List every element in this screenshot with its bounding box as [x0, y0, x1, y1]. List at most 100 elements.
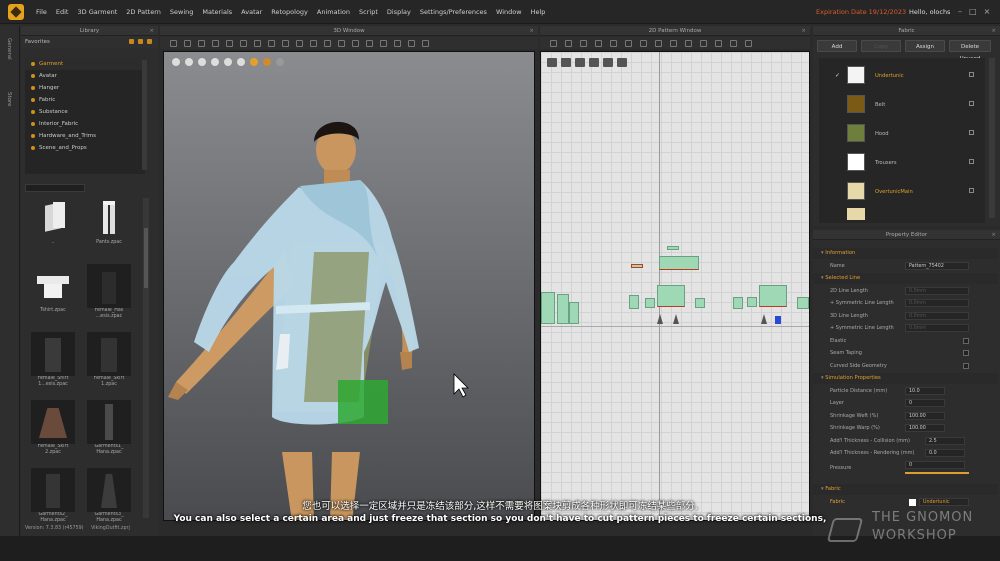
menu-2d-pattern[interactable]: 2D Pattern: [126, 8, 161, 16]
sew-tool-icon[interactable]: [282, 39, 289, 47]
button-tool-icon[interactable]: [310, 39, 317, 47]
copy-fabric-button[interactable]: Copy: [861, 40, 901, 52]
curved-side-checkbox[interactable]: [963, 363, 969, 369]
library-scrollbar[interactable]: [143, 198, 149, 518]
pattern-name-field[interactable]: Pattern_75402: [905, 262, 969, 270]
menu-avatar[interactable]: Avatar: [241, 8, 262, 16]
pattern-piece[interactable]: [695, 298, 705, 308]
grid-icon[interactable]: [589, 58, 599, 67]
settings-icon[interactable]: [129, 39, 134, 44]
tree-scrollbar[interactable]: [142, 60, 147, 170]
circle-tool-icon[interactable]: [610, 39, 617, 47]
shrink-weft-field[interactable]: 100.00: [905, 412, 945, 420]
thumb-female-shirt[interactable]: Female_Shirt 1...esis.zpac: [31, 332, 75, 394]
pattern-piece[interactable]: [659, 256, 699, 270]
thumb-parent-folder[interactable]: ..: [31, 196, 75, 258]
select-tool-icon[interactable]: [170, 39, 177, 47]
select-mesh-icon[interactable]: [547, 58, 557, 67]
graphic-tool-icon[interactable]: [366, 39, 373, 47]
menu-materials[interactable]: Materials: [202, 8, 232, 16]
thumb-garments1[interactable]: Garments1_ Hana.zpac: [87, 400, 131, 462]
free-sewing-icon[interactable]: [670, 39, 677, 47]
polygon-tool-icon[interactable]: [580, 39, 587, 47]
pattern-piece[interactable]: [541, 292, 555, 324]
trim-tool-icon[interactable]: [380, 39, 387, 47]
pin-tool-icon[interactable]: [240, 39, 247, 47]
rendering-field[interactable]: 0.0: [925, 449, 965, 457]
pressure-field[interactable]: 0: [905, 461, 965, 469]
close-icon[interactable]: ×: [801, 26, 806, 36]
pattern-piece[interactable]: [631, 264, 643, 268]
tree-item-interior-fabric[interactable]: Interior_Fabric: [25, 118, 145, 130]
fabric-lock-icon[interactable]: [969, 188, 974, 193]
elastic-checkbox[interactable]: [963, 338, 969, 344]
texture-edit-icon[interactable]: [715, 39, 722, 47]
thumb-female-skirt-1[interactable]: Female_Skirt 1.zpac: [87, 332, 131, 394]
minimize-icon[interactable]: –: [958, 7, 962, 16]
2d-pattern-viewport[interactable]: [540, 51, 810, 521]
section-fabric[interactable]: Fabric: [813, 484, 998, 495]
maximize-icon[interactable]: □: [969, 7, 977, 16]
fabric-grain-icon[interactable]: [730, 39, 737, 47]
measure-avatar-icon[interactable]: [408, 39, 415, 47]
fabric-item-undertunic[interactable]: ✓ Undertunic: [819, 62, 985, 90]
pattern-piece[interactable]: [645, 298, 655, 308]
menu-window[interactable]: Window: [496, 8, 522, 16]
3d-viewport[interactable]: [163, 51, 535, 521]
pattern-piece[interactable]: [733, 297, 743, 309]
collision-field[interactable]: 2.5: [925, 437, 965, 445]
menu-edit[interactable]: Edit: [56, 8, 69, 16]
prop-value-field[interactable]: 0.0mm: [905, 324, 969, 332]
segment-sewing-icon[interactable]: [655, 39, 662, 47]
particle-distance-field[interactable]: 10.0: [905, 387, 945, 395]
dart-tool-icon[interactable]: [640, 39, 647, 47]
pressure-slider[interactable]: [905, 472, 969, 474]
fabric-lock-icon[interactable]: [969, 101, 974, 106]
close-icon[interactable]: ×: [991, 230, 996, 240]
thumb-pants[interactable]: Pants.zpac: [87, 196, 131, 258]
fold-tool-icon[interactable]: [212, 39, 219, 47]
line-tool-icon[interactable]: [296, 39, 303, 47]
move-tool-icon[interactable]: [184, 39, 191, 47]
fabric-scrollbar[interactable]: [989, 58, 995, 218]
edit-pattern-icon[interactable]: [565, 39, 572, 47]
transform-tool-icon[interactable]: [422, 39, 429, 47]
trace-icon[interactable]: [745, 39, 752, 47]
layer-icon[interactable]: [603, 58, 613, 67]
menu-sewing[interactable]: Sewing: [170, 8, 194, 16]
close-icon[interactable]: ×: [149, 26, 154, 36]
zipper-tool-icon[interactable]: [324, 39, 331, 47]
pattern-piece[interactable]: [569, 302, 579, 324]
menu-help[interactable]: Help: [531, 8, 546, 16]
fabric-item-trousers[interactable]: Trousers: [819, 149, 985, 177]
menu-file[interactable]: File: [36, 8, 47, 16]
user-greeting[interactable]: Hello, olochs: [909, 8, 950, 16]
tree-item-hanger[interactable]: Hanger: [25, 82, 145, 94]
seam-taping-checkbox[interactable]: [963, 350, 969, 356]
tree-item-garment[interactable]: Garment: [25, 58, 145, 70]
tree-item-fabric[interactable]: Fabric: [25, 94, 145, 106]
menu-retopology[interactable]: Retopology: [271, 8, 308, 16]
section-selected-line[interactable]: Selected Line: [813, 273, 998, 284]
pattern-piece[interactable]: [747, 297, 757, 307]
box-select-icon[interactable]: [198, 39, 205, 47]
fold-arrangement-icon[interactable]: [685, 39, 692, 47]
fabric-item-hood[interactable]: Hood: [819, 120, 985, 148]
menu-display[interactable]: Display: [387, 8, 411, 16]
tab-general[interactable]: General: [6, 38, 12, 60]
layer-field[interactable]: 0: [905, 399, 945, 407]
fabric-lock-icon[interactable]: [969, 130, 974, 135]
prop-value-field[interactable]: 0.0mm: [905, 299, 969, 307]
brush-tool-icon[interactable]: [226, 39, 233, 47]
delete-unused-button[interactable]: Delete Unused: [949, 40, 991, 62]
section-information[interactable]: Information: [813, 248, 998, 259]
menu-animation[interactable]: Animation: [317, 8, 350, 16]
zoom-icon[interactable]: [575, 58, 585, 67]
tack-tool-icon[interactable]: [254, 39, 261, 47]
fabric-item-overtunic[interactable]: OvertunicMain: [819, 178, 985, 206]
assign-fabric-button[interactable]: Assign: [905, 40, 945, 52]
pleat-tool-icon[interactable]: [700, 39, 707, 47]
menu-settings[interactable]: Settings/Preferences: [420, 8, 487, 16]
pattern-display-icon[interactable]: [617, 58, 627, 67]
shrink-warp-field[interactable]: 100.00: [905, 424, 945, 432]
